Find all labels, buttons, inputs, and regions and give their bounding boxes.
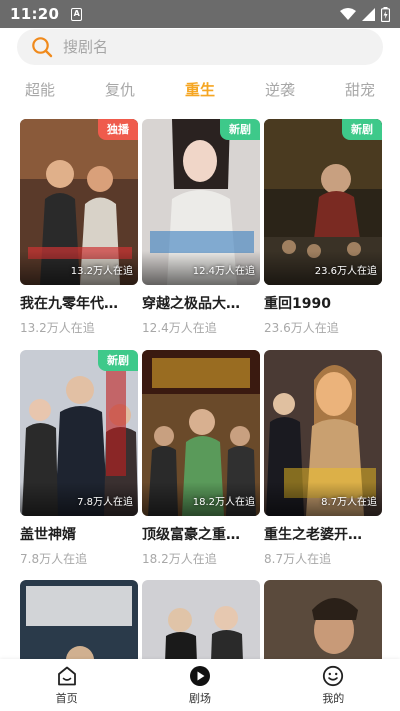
tab-chaoneng[interactable]: 超能	[0, 74, 80, 106]
drama-title[interactable]: 盖世神婿	[20, 525, 138, 545]
drama-poster[interactable]: 新剧 12.4万人在追	[142, 119, 260, 285]
status-icons	[340, 6, 390, 22]
drama-card[interactable]: 新剧 7.8万人在追 盖世神婿 7.8万人在追	[20, 350, 138, 567]
drama-card[interactable]	[142, 580, 260, 659]
drama-card[interactable]: 新剧 12.4万人在追 穿越之极品大… 12.4万人在追	[142, 119, 260, 336]
drama-viewers: 12.4万人在追	[142, 321, 217, 335]
drama-grid: 独播 13.2万人在追 我在九零年代… 13.2万人在追 新剧 12.4万人在追…	[20, 119, 382, 659]
poster-viewers: 12.4万人在追	[192, 266, 255, 277]
battery-charging-icon	[381, 6, 390, 22]
drama-title[interactable]: 穿越之极品大…	[142, 294, 260, 314]
drama-viewers: 23.6万人在追	[264, 321, 339, 335]
drama-poster[interactable]	[264, 580, 382, 659]
drama-viewers: 8.7万人在追	[264, 552, 332, 566]
bottom-nav: 首页 剧场 我的	[0, 659, 400, 711]
poster-viewers: 13.2万人在追	[70, 266, 133, 277]
nav-profile[interactable]: 我的	[267, 659, 400, 711]
nav-theater[interactable]: 剧场	[133, 659, 266, 711]
nav-profile-label: 我的	[322, 692, 345, 705]
drama-poster[interactable]	[20, 580, 138, 659]
search-bar[interactable]	[17, 29, 383, 65]
search-icon	[32, 37, 53, 58]
status-bar: 11:20 A	[0, 0, 400, 28]
sim-icon: A	[71, 7, 83, 21]
nav-home-label: 首页	[55, 692, 78, 705]
drama-card[interactable]	[264, 580, 382, 659]
search-input[interactable]	[63, 38, 343, 56]
tab-fuchou[interactable]: 复仇	[80, 74, 160, 106]
drama-title[interactable]: 重生之老婆开…	[264, 525, 382, 545]
drama-poster[interactable]	[142, 580, 260, 659]
nav-home[interactable]: 首页	[0, 659, 133, 711]
signal-icon	[362, 7, 375, 21]
new-badge: 新剧	[220, 119, 260, 140]
drama-card[interactable]: 8.7万人在追 重生之老婆开… 8.7万人在追	[264, 350, 382, 567]
exclusive-badge: 独播	[98, 119, 138, 140]
nav-theater-label: 剧场	[188, 692, 211, 705]
status-time: 11:20	[10, 5, 60, 23]
drama-title[interactable]: 顶级富豪之重…	[142, 525, 260, 545]
poster-viewers: 18.2万人在追	[192, 497, 255, 508]
smile-icon	[323, 665, 344, 687]
drama-card[interactable]: 18.2万人在追 顶级富豪之重… 18.2万人在追	[142, 350, 260, 567]
drama-poster[interactable]: 新剧 7.8万人在追	[20, 350, 138, 516]
poster-viewers: 8.7万人在追	[321, 497, 377, 508]
drama-poster[interactable]: 18.2万人在追	[142, 350, 260, 516]
tab-tianchong[interactable]: 甜宠	[320, 74, 400, 106]
drama-card[interactable]: 独播 13.2万人在追 我在九零年代… 13.2万人在追	[20, 119, 138, 336]
tab-nixi[interactable]: 逆袭	[240, 74, 320, 106]
category-tabs: 超能 复仇 重生 逆袭 甜宠	[0, 74, 400, 106]
drama-card[interactable]	[20, 580, 138, 659]
drama-title[interactable]: 我在九零年代…	[20, 294, 138, 314]
poster-viewers: 23.6万人在追	[314, 266, 377, 277]
home-icon	[57, 666, 76, 686]
drama-card[interactable]: 新剧 23.6万人在追 重回1990 23.6万人在追	[264, 119, 382, 336]
wifi-icon	[340, 7, 356, 20]
drama-poster[interactable]: 新剧 23.6万人在追	[264, 119, 382, 285]
drama-title[interactable]: 重回1990	[264, 294, 382, 314]
drama-viewers: 18.2万人在追	[142, 552, 217, 566]
drama-viewers: 13.2万人在追	[20, 321, 95, 335]
drama-poster[interactable]: 独播 13.2万人在追	[20, 119, 138, 285]
play-icon	[189, 666, 210, 686]
drama-poster[interactable]: 8.7万人在追	[264, 350, 382, 516]
poster-viewers: 7.8万人在追	[77, 497, 133, 508]
new-badge: 新剧	[98, 350, 138, 371]
tab-chongsheng[interactable]: 重生	[160, 74, 240, 106]
new-badge: 新剧	[342, 119, 382, 140]
drama-viewers: 7.8万人在追	[20, 552, 88, 566]
